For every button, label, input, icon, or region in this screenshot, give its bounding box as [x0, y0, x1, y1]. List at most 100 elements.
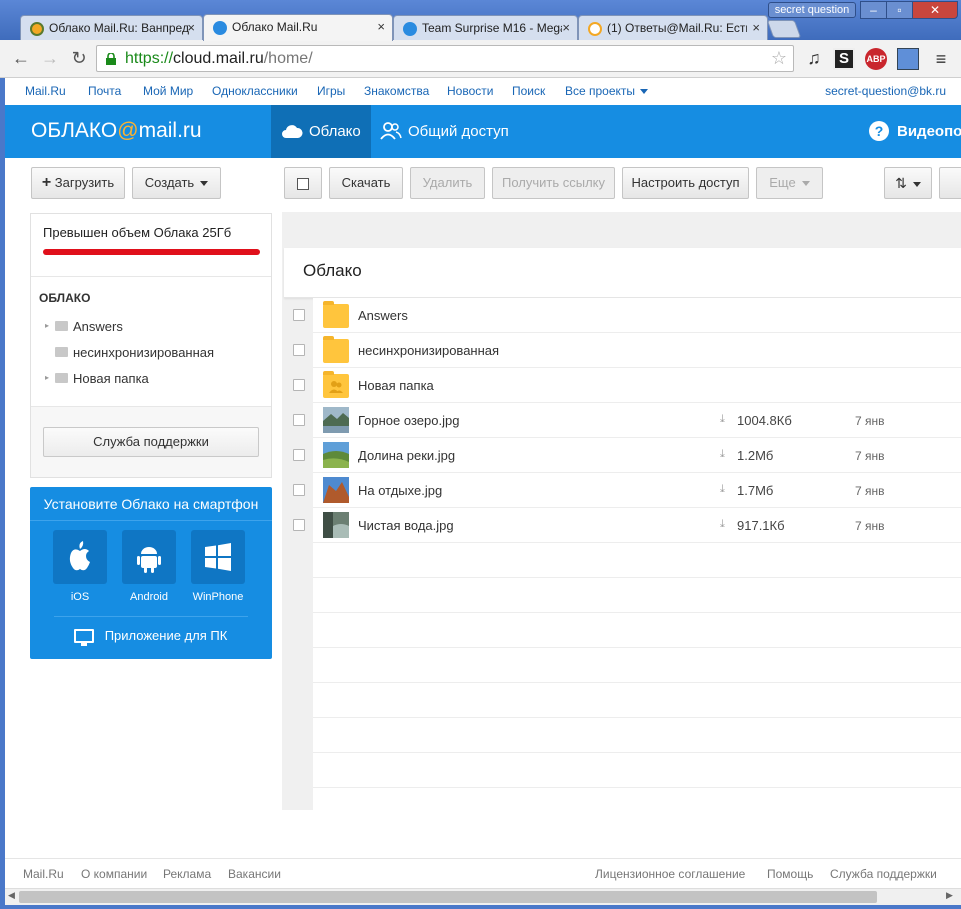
- portal-link[interactable]: Почта: [88, 84, 121, 98]
- winphone-app-link[interactable]: WinPhone: [191, 530, 245, 603]
- row-checkbox[interactable]: [293, 519, 305, 531]
- expand-arrow-icon[interactable]: ▸: [45, 321, 49, 330]
- reload-icon[interactable]: ↻: [68, 48, 90, 70]
- footer-link[interactable]: Вакансии: [228, 867, 281, 881]
- list-item[interactable]: несинхронизированная: [293, 333, 961, 368]
- window-user-badge[interactable]: secret question: [768, 2, 856, 18]
- adblock-icon[interactable]: ABP: [865, 48, 887, 70]
- item-name[interactable]: На отдыхе.jpg: [358, 483, 442, 498]
- portal-link[interactable]: Мой Мир: [143, 84, 193, 98]
- back-icon[interactable]: ←: [10, 48, 32, 70]
- close-tab-icon[interactable]: ×: [752, 20, 760, 35]
- view-toggle-button[interactable]: [939, 167, 961, 199]
- item-name[interactable]: несинхронизированная: [358, 343, 499, 358]
- nav-cloud-tab[interactable]: Облако: [271, 105, 371, 158]
- download-icon[interactable]: ⤓: [720, 413, 725, 426]
- download-icon[interactable]: ⤓: [720, 483, 725, 496]
- download-icon[interactable]: ⤓: [720, 518, 725, 531]
- menu-icon[interactable]: ≡: [930, 48, 952, 70]
- upload-button[interactable]: + Загрузить: [31, 167, 125, 199]
- item-name[interactable]: Answers: [358, 308, 408, 323]
- android-icon: [122, 530, 176, 584]
- more-label: Еще: [769, 175, 796, 190]
- user-email-link[interactable]: secret-question@bk.ru: [825, 84, 946, 98]
- footer-link[interactable]: Помощь: [767, 867, 813, 881]
- portal-link[interactable]: Поиск: [512, 84, 545, 98]
- list-item[interactable]: Долина реки.jpg ⤓ 1.2Мб 7 янв: [293, 438, 961, 473]
- pc-app-link[interactable]: Приложение для ПК: [30, 628, 272, 646]
- row-checkbox[interactable]: [293, 309, 305, 321]
- scrollbar-thumb[interactable]: [19, 891, 877, 903]
- item-name[interactable]: Горное озеро.jpg: [358, 413, 459, 428]
- row-checkbox[interactable]: [293, 484, 305, 496]
- android-app-link[interactable]: Android: [122, 530, 176, 603]
- download-button[interactable]: Скачать: [329, 167, 403, 199]
- tree-item-new-folder[interactable]: ▸ Новая папка: [45, 371, 149, 386]
- all-projects-link[interactable]: Все проекты: [565, 84, 649, 98]
- list-item[interactable]: Горное озеро.jpg ⤓ 1004.8Кб 7 янв: [293, 403, 961, 438]
- forward-icon[interactable]: →: [39, 48, 61, 70]
- tree-item-answers[interactable]: ▸ Answers: [45, 319, 123, 334]
- maximize-icon[interactable]: ▫: [886, 1, 913, 19]
- item-name[interactable]: Чистая вода.jpg: [358, 518, 454, 533]
- scroll-right-icon[interactable]: ▶: [946, 890, 953, 901]
- select-all-checkbox[interactable]: [284, 167, 322, 199]
- list-item[interactable]: Чистая вода.jpg ⤓ 917.1Кб 7 янв: [293, 508, 961, 543]
- list-item[interactable]: На отдыхе.jpg ⤓ 1.7Мб 7 янв: [293, 473, 961, 508]
- get-link-button[interactable]: Получить ссылку: [492, 167, 615, 199]
- tab-1[interactable]: Облако Mail.Ru: Ванпредс ×: [20, 15, 203, 41]
- row-checkbox[interactable]: [293, 449, 305, 461]
- portal-link[interactable]: Игры: [317, 84, 345, 98]
- cloud-logo[interactable]: ОБЛАКО@mail.ru: [31, 119, 202, 143]
- folder-icon: [55, 321, 68, 331]
- configure-access-button[interactable]: Настроить доступ: [622, 167, 749, 199]
- download-icon[interactable]: ⤓: [720, 448, 725, 461]
- footer-link[interactable]: Лицензионное соглашение: [595, 867, 745, 881]
- tree-root-title[interactable]: ОБЛАКО: [39, 291, 90, 305]
- expand-arrow-icon[interactable]: ▸: [45, 373, 49, 382]
- horizontal-scrollbar[interactable]: ◀ ▶: [5, 888, 961, 905]
- new-tab-button[interactable]: [766, 20, 802, 38]
- screen-extension-icon[interactable]: [897, 48, 919, 70]
- music-extension-icon[interactable]: ♫: [803, 48, 825, 70]
- delete-button[interactable]: Удалить: [410, 167, 485, 199]
- tab-3[interactable]: Team Surprise M16 - Mega ×: [393, 15, 578, 41]
- portal-link[interactable]: Знакомства: [364, 84, 429, 98]
- footer-link[interactable]: Служба поддержки: [830, 867, 937, 881]
- nav-video-tab[interactable]: ? Видеопо: [869, 121, 961, 141]
- scroll-left-icon[interactable]: ◀: [8, 890, 15, 901]
- row-checkbox[interactable]: [293, 379, 305, 391]
- item-name[interactable]: Долина реки.jpg: [358, 448, 455, 463]
- row-checkbox[interactable]: [293, 344, 305, 356]
- portal-link[interactable]: Mail.Ru: [25, 84, 66, 98]
- close-tab-icon[interactable]: ×: [377, 19, 385, 34]
- minimize-icon[interactable]: –: [860, 1, 887, 19]
- support-button[interactable]: Служба поддержки: [43, 427, 259, 457]
- tab-4[interactable]: (1) Ответы@Mail.Ru: Есть ×: [578, 15, 768, 41]
- list-item[interactable]: Answers: [293, 298, 961, 333]
- close-window-icon[interactable]: ✕: [912, 1, 958, 19]
- tree-item-unsynced[interactable]: несинхронизированная: [45, 345, 214, 360]
- footer-link[interactable]: Mail.Ru: [23, 867, 64, 881]
- close-tab-icon[interactable]: ×: [187, 20, 195, 35]
- portal-link[interactable]: Одноклассники: [212, 84, 298, 98]
- create-button[interactable]: Создать: [132, 167, 221, 199]
- footer-link[interactable]: Реклама: [163, 867, 211, 881]
- item-name[interactable]: Новая папка: [358, 378, 434, 393]
- ios-app-link[interactable]: iOS: [53, 530, 107, 603]
- divider: [54, 616, 248, 617]
- tab-2[interactable]: Облако Mail.Ru ×: [203, 14, 393, 41]
- s-extension-icon[interactable]: S: [833, 48, 855, 70]
- row-checkbox[interactable]: [293, 414, 305, 426]
- list-item[interactable]: Новая папка: [293, 368, 961, 403]
- page-title: Облако: [303, 261, 362, 280]
- nav-share-tab[interactable]: Общий доступ: [380, 122, 509, 140]
- more-button[interactable]: Еще: [756, 167, 823, 199]
- close-tab-icon[interactable]: ×: [562, 20, 570, 35]
- portal-link[interactable]: Новости: [447, 84, 493, 98]
- footer-link[interactable]: О компании: [81, 867, 147, 881]
- app-header: ОБЛАКО@mail.ru Облако Общий доступ ? Вид…: [5, 105, 961, 158]
- sort-button[interactable]: ⇅: [884, 167, 932, 199]
- address-bar[interactable]: https://cloud.mail.ru/home/ ☆: [96, 45, 794, 72]
- bookmark-star-icon[interactable]: ☆: [771, 48, 787, 69]
